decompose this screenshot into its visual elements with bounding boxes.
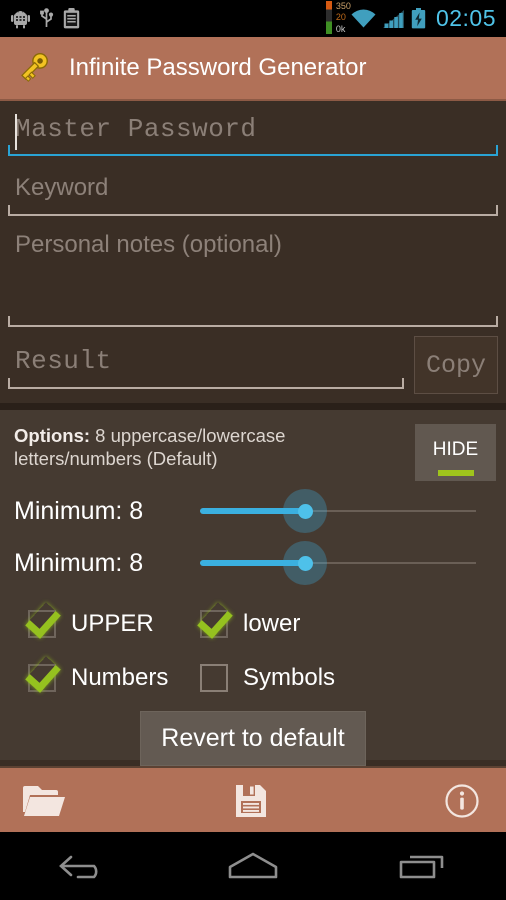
battery-charging-icon — [411, 8, 426, 29]
open-folder-button[interactable] — [0, 784, 175, 818]
checkbox-numbers-label: Numbers — [71, 664, 169, 691]
nav-home-button[interactable] — [169, 849, 338, 883]
options-label: Options: — [14, 425, 91, 446]
checkbox-symbols[interactable]: Symbols — [200, 664, 335, 692]
copy-button[interactable]: Copy — [414, 336, 498, 394]
app-bar: Infinite Password Generator — [0, 37, 506, 101]
result-field[interactable]: Result — [8, 339, 404, 389]
revert-to-default-button[interactable]: Revert to default — [140, 711, 366, 766]
usb-icon — [40, 8, 54, 27]
monitor-value-middle: 20 — [335, 12, 346, 22]
save-button[interactable] — [175, 784, 328, 818]
checkbox-lower[interactable]: lower — [200, 610, 300, 638]
revert-row: Revert to default — [10, 711, 496, 766]
checkbox-symbols-label: Symbols — [243, 664, 336, 691]
key-icon — [21, 53, 48, 82]
keyword-placeholder: Keyword — [15, 174, 109, 201]
page-title: Infinite Password Generator — [69, 54, 367, 81]
resource-monitor-bar — [325, 0, 332, 34]
wifi-icon — [351, 9, 376, 27]
master-password-field[interactable]: Master Password — [8, 108, 498, 156]
cellular-signal-icon — [382, 9, 404, 28]
personal-notes-underline — [8, 316, 498, 327]
minimum-slider-row-2: Minimum: 8 — [10, 541, 496, 585]
options-header: Options: 8 uppercase/lowercase letters/n… — [10, 424, 496, 481]
keyword-field[interactable]: Keyword — [8, 166, 498, 216]
nav-back-button[interactable] — [0, 849, 169, 883]
open-folder-icon — [23, 786, 65, 816]
personal-notes-field[interactable]: Personal notes (optional) — [8, 224, 498, 327]
master-password-underline — [8, 145, 498, 156]
checkbox-upper-label: UPPER — [71, 610, 154, 637]
checkbox-lower-label: lower — [243, 610, 301, 637]
minimum-slider-row-1: Minimum: 8 — [10, 489, 496, 533]
status-bar-left-icons — [0, 8, 80, 29]
hide-options-button[interactable]: HIDE — [415, 424, 496, 481]
slider-thumb-1[interactable] — [297, 504, 313, 519]
master-password-placeholder: Master Password — [15, 114, 257, 144]
status-bar-right-icons: 02:05 — [351, 5, 506, 32]
checkbox-row-1: UPPER lower — [28, 597, 496, 651]
checkbox-numbers-box[interactable] — [28, 664, 56, 692]
result-row: Result Copy — [8, 336, 498, 394]
info-icon — [445, 784, 479, 818]
recent-apps-icon — [399, 855, 443, 879]
options-panel: Options: 8 uppercase/lowercase letters/n… — [0, 410, 506, 766]
clipboard-icon — [63, 8, 80, 29]
status-bar: 350 20 0k 02:05 — [0, 0, 506, 37]
section-divider — [0, 403, 506, 410]
status-bar-clock: 02:05 — [435, 5, 496, 31]
minimum-slider-2[interactable] — [200, 541, 476, 585]
checkbox-upper-box[interactable] — [28, 610, 56, 638]
resource-monitor-values: 350 20 0k — [336, 1, 351, 34]
keyword-underline — [8, 205, 498, 216]
hide-options-indicator — [437, 470, 474, 476]
home-icon — [228, 852, 278, 879]
monitor-value-bottom: 0k — [335, 23, 346, 34]
nav-recent-apps-button[interactable] — [337, 849, 506, 883]
minimum-slider-label-1: Minimum: 8 — [14, 496, 144, 525]
checkbox-numbers[interactable]: Numbers — [28, 664, 200, 692]
checkbox-lower-box[interactable] — [200, 610, 228, 638]
hide-options-label: HIDE — [432, 439, 479, 460]
result-placeholder: Result — [15, 346, 112, 376]
android-debug-icon — [11, 11, 30, 29]
system-navigation-bar — [0, 832, 506, 900]
app-window: 350 20 0k 02:05 Infinite Password Genera… — [0, 0, 506, 900]
checkbox-row-2: Numbers Symbols — [28, 651, 496, 705]
character-type-checkboxes: UPPER lower Numbers Symbols — [10, 597, 496, 705]
slider-thumb-2[interactable] — [297, 556, 313, 571]
options-summary: Options: 8 uppercase/lowercase letters/n… — [10, 424, 386, 470]
info-button[interactable] — [327, 783, 506, 819]
back-icon — [59, 855, 98, 879]
monitor-value-top: 350 — [335, 0, 351, 11]
checkbox-symbols-box[interactable] — [200, 664, 228, 692]
result-underline — [8, 378, 404, 389]
password-form: Master Password Keyword Personal notes (… — [0, 103, 506, 403]
personal-notes-placeholder: Personal notes (optional) — [15, 231, 282, 258]
minimum-slider-1[interactable] — [200, 489, 476, 533]
resource-monitor-widget: 350 20 0k — [325, 0, 351, 38]
checkbox-upper[interactable]: UPPER — [28, 610, 200, 638]
save-floppy-icon — [236, 785, 266, 817]
minimum-slider-label-2: Minimum: 8 — [14, 548, 144, 577]
bottom-action-bar — [0, 766, 506, 834]
